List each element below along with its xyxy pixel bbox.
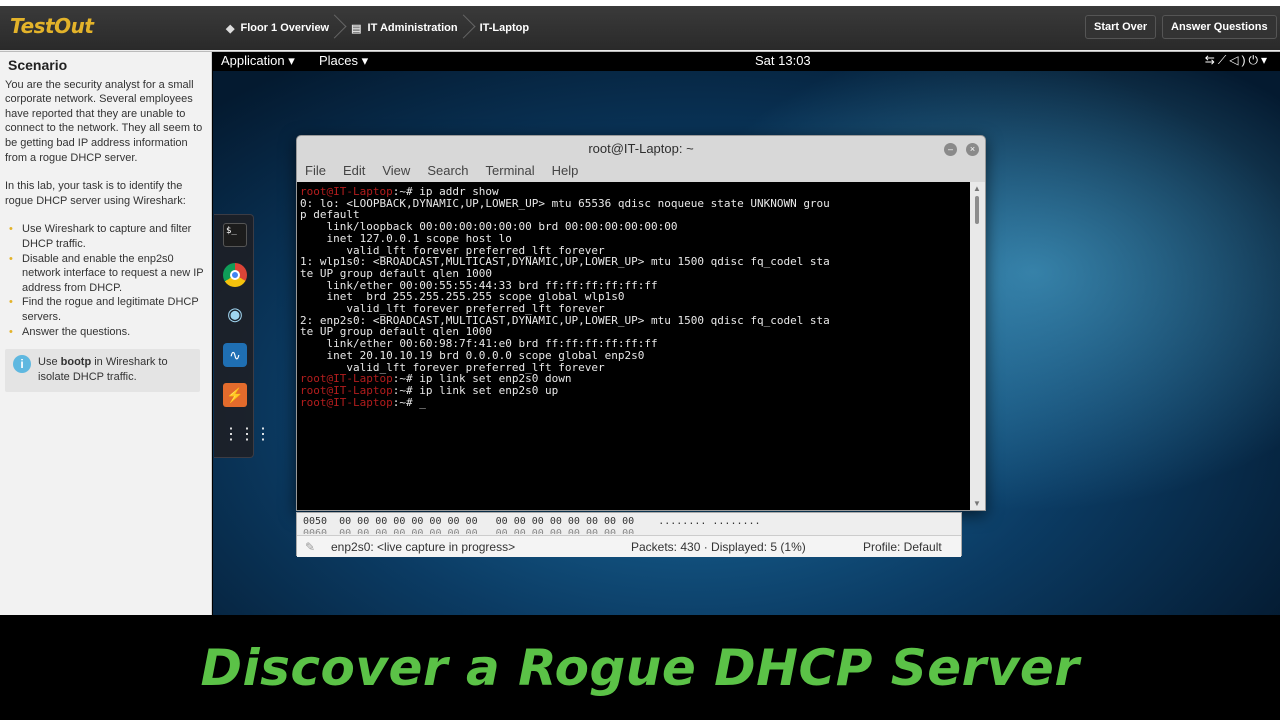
- list-item: Find the rogue and legitimate DHCP serve…: [5, 295, 206, 324]
- menu-help[interactable]: Help: [552, 160, 579, 182]
- chrome-center: [230, 270, 240, 280]
- minimize-icon[interactable]: –: [944, 143, 957, 156]
- scrollbar[interactable]: ▲ ▼: [970, 182, 985, 510]
- hint-prefix: Use: [38, 356, 61, 369]
- menu-terminal[interactable]: Terminal: [486, 160, 535, 182]
- caption-title: Discover a Rogue DHCP Server: [200, 638, 1080, 697]
- scroll-thumb[interactable]: [975, 196, 979, 224]
- list-item: Use Wireshark to capture and filter DHCP…: [5, 222, 206, 251]
- header-bar: TestOut ◆ Floor 1 Overview ▤ IT Administ…: [0, 6, 1280, 50]
- scroll-down-icon[interactable]: ▼: [973, 499, 981, 508]
- document-icon: ▤: [351, 22, 362, 35]
- scroll-up-icon[interactable]: ▲: [973, 184, 981, 193]
- scenario-heading: Scenario: [8, 57, 68, 73]
- places-menu[interactable]: Places ▾: [319, 53, 368, 69]
- breadcrumb-label: IT Administration: [367, 22, 458, 34]
- scenario-task: In this lab, your task is to identify th…: [5, 180, 186, 207]
- list-item: Disable and enable the enp2s0 network in…: [5, 252, 206, 296]
- capture-icon[interactable]: ✎: [305, 536, 315, 558]
- capture-interface: enp2s0: <live capture in progress>: [331, 540, 516, 554]
- terminal-output[interactable]: root@IT-Laptop:~# ip addr show 0: lo: <LO…: [297, 182, 970, 510]
- power-icon[interactable]: ⏻: [1248, 53, 1261, 67]
- clock[interactable]: Sat 13:03: [755, 53, 811, 68]
- menu-file[interactable]: File: [305, 160, 326, 182]
- system-tray[interactable]: ⇆⟋◁)⏻▾: [1205, 53, 1270, 68]
- layers-icon: ◆: [226, 22, 235, 35]
- terminal-window[interactable]: root@IT-Laptop: ~ – × File Edit View Sea…: [296, 135, 986, 511]
- terminal-icon[interactable]: $_: [223, 223, 247, 247]
- terminal-prompt: root@IT-Laptop: [300, 395, 393, 409]
- breadcrumb-it-administration[interactable]: ▤ IT Administration: [341, 16, 469, 40]
- packet-count: Packets: 430 · Displayed: 5 (1%): [631, 540, 806, 554]
- gnome-top-bar: Application ▾ Places ▾ Sat 13:03 ⇆⟋◁)⏻▾: [213, 52, 1280, 71]
- linux-desktop: Application ▾ Places ▾ Sat 13:03 ⇆⟋◁)⏻▾ …: [213, 52, 1280, 615]
- terminal-text: :~# _: [392, 395, 426, 409]
- volume-icon[interactable]: ◁): [1229, 53, 1248, 67]
- chevron-down-icon[interactable]: ▾: [1261, 53, 1270, 67]
- screen-root: TestOut ◆ Floor 1 Overview ▤ IT Administ…: [0, 0, 1280, 720]
- breadcrumb: ◆ Floor 1 Overview ▤ IT Administration I…: [216, 16, 541, 40]
- wireshark-icon[interactable]: ∿: [223, 343, 247, 367]
- list-item: Answer the questions.: [5, 325, 206, 340]
- testout-logo: TestOut: [10, 14, 94, 38]
- scenario-panel: Scenario You are the security analyst fo…: [0, 52, 212, 615]
- app-grid-icon[interactable]: ⋮⋮⋮: [223, 423, 271, 447]
- info-icon: i: [13, 355, 31, 374]
- application-menu[interactable]: Application ▾: [221, 53, 295, 69]
- close-icon[interactable]: ×: [966, 143, 979, 156]
- scenario-intro: You are the security analyst for a small…: [5, 78, 203, 164]
- wireshark-window[interactable]: 0050 00 00 00 00 00 00 00 00 00 00 00 00…: [296, 512, 962, 557]
- network-icon[interactable]: ⇆: [1205, 53, 1218, 67]
- terminal-title: root@IT-Laptop: ~: [588, 141, 694, 156]
- breadcrumb-it-laptop[interactable]: IT-Laptop: [470, 16, 542, 40]
- wireless-icon[interactable]: ⟋: [1218, 53, 1229, 67]
- answer-questions-button[interactable]: Answer Questions: [1162, 15, 1277, 39]
- breadcrumb-label: Floor 1 Overview: [240, 22, 330, 34]
- breadcrumb-label: IT-Laptop: [479, 22, 530, 34]
- hint-keyword: bootp: [60, 356, 92, 369]
- terminal-text: 0: lo: <LOOPBACK,DYNAMIC,UP,LOWER_UP> mt…: [300, 196, 830, 210]
- terminal-line: root@IT-Laptop:~# _: [300, 395, 970, 409]
- hex-row-partial: 0060 00 00 00 00 00 00 00 00 00 00 00 00…: [303, 528, 761, 534]
- hex-row: 0050 00 00 00 00 00 00 00 00 00 00 00 00…: [303, 516, 761, 527]
- wireshark-statusbar: ✎ enp2s0: <live capture in progress> Pac…: [297, 535, 961, 557]
- terminal-line: 0: lo: <LOOPBACK,DYNAMIC,UP,LOWER_UP> mt…: [300, 196, 970, 210]
- chrome-icon[interactable]: [223, 263, 247, 287]
- scenario-steps: Use Wireshark to capture and filter DHCP…: [5, 222, 206, 339]
- menu-search[interactable]: Search: [427, 160, 468, 182]
- video-caption: Discover a Rogue DHCP Server: [0, 615, 1280, 720]
- burp-icon[interactable]: ⚡: [223, 383, 247, 407]
- menu-view[interactable]: View: [382, 160, 410, 182]
- hint-box: i Use bootp in Wireshark to isolate DHCP…: [5, 349, 200, 393]
- menu-edit[interactable]: Edit: [343, 160, 365, 182]
- start-over-button[interactable]: Start Over: [1085, 15, 1157, 39]
- app-dock: $_ ◉ ∿ ⚡ ⋮⋮⋮: [214, 214, 271, 458]
- profile-label[interactable]: Profile: Default: [863, 536, 942, 558]
- terminal-menubar: File Edit View Search Terminal Help: [297, 160, 985, 182]
- breadcrumb-floor-1-overview[interactable]: ◆ Floor 1 Overview: [216, 16, 341, 40]
- eye-icon[interactable]: ◉: [223, 303, 247, 327]
- testout-header: TestOut ◆ Floor 1 Overview ▤ IT Administ…: [0, 0, 1280, 52]
